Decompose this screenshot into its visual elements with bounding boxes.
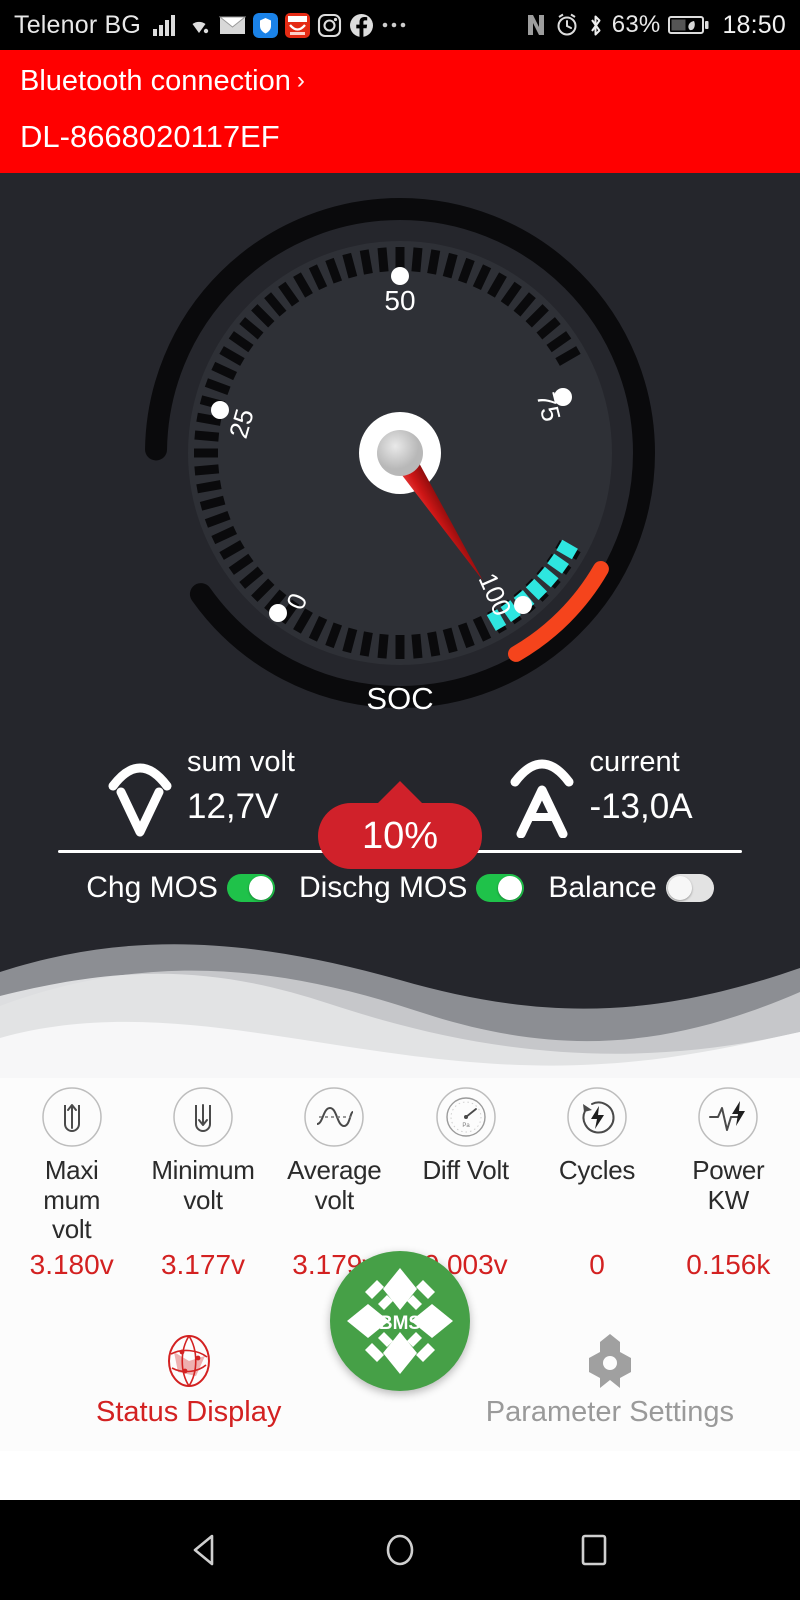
- stat-diff-volt[interactable]: Pa Diff Volt: [400, 1086, 531, 1245]
- svg-text:50: 50: [384, 285, 415, 316]
- dashboard-panel: 0 25 50 75 100 SOC: [0, 173, 800, 1078]
- toggle-label: Dischg MOS: [299, 871, 467, 905]
- instagram-icon: [317, 13, 342, 38]
- bms-logo-text: BMS: [379, 1313, 421, 1334]
- recents-button[interactable]: [572, 1528, 616, 1572]
- sine-wave-icon: [303, 1086, 365, 1148]
- facebook-icon: [349, 13, 374, 38]
- app-header: Bluetooth connection › DL-8668020117EF: [0, 50, 800, 173]
- stat-value-minimum-volt: 3.177v: [137, 1249, 268, 1281]
- stat-maximum-volt[interactable]: Maximumvolt: [6, 1086, 137, 1245]
- toggle-chg-mos[interactable]: Chg MOS: [86, 871, 275, 905]
- more-icon: [381, 20, 407, 30]
- nfc-icon: [525, 13, 547, 37]
- metric-label: sum volt: [187, 746, 295, 779]
- stats-icon-row: Maximumvolt Minimumvolt Averagevolt: [0, 1086, 800, 1245]
- carrier-label: Telenor BG: [14, 11, 141, 40]
- shield-icon: [253, 13, 278, 38]
- switch-knob: [668, 876, 692, 900]
- pressure-gauge-icon: Pa: [435, 1086, 497, 1148]
- status-display-icon: [158, 1330, 220, 1392]
- toggle-label: Chg MOS: [86, 871, 218, 905]
- stat-label: Maximumvolt: [43, 1156, 100, 1245]
- stat-average-volt[interactable]: Averagevolt: [269, 1086, 400, 1245]
- dischg-mos-switch[interactable]: [476, 874, 524, 902]
- toggle-dischg-mos[interactable]: Dischg MOS: [299, 871, 524, 905]
- alarm-icon: [555, 13, 579, 37]
- switch-knob: [249, 876, 273, 900]
- nav-label-parameter-settings: Parameter Settings: [486, 1396, 734, 1429]
- device-name-label: DL-8668020117EF: [20, 118, 780, 155]
- nav-status-display[interactable]: Status Display: [96, 1330, 281, 1429]
- bluetooth-connection-label: Bluetooth connection: [20, 60, 291, 102]
- soc-percent-value: 10%: [318, 803, 482, 869]
- ammeter-icon: [507, 746, 577, 838]
- bottom-navigation: Status Display BMS: [0, 1281, 800, 1451]
- settings-gear-icon: [579, 1330, 641, 1392]
- status-bar-system-icons: 63% 18:50: [525, 11, 786, 40]
- status-bar-notification-icons: [153, 13, 407, 38]
- wave-divider: [0, 928, 800, 1078]
- back-button[interactable]: [184, 1528, 228, 1572]
- wifi-icon: [186, 14, 212, 36]
- toggle-balance[interactable]: Balance: [548, 871, 713, 905]
- stat-cycles[interactable]: Cycles: [531, 1086, 662, 1245]
- stat-value-maximum-volt: 3.180v: [6, 1249, 137, 1281]
- nav-parameter-settings[interactable]: Parameter Settings: [486, 1330, 734, 1429]
- soc-label: SOC: [0, 681, 800, 717]
- u-up-arrow-icon: [41, 1086, 103, 1148]
- gauge-hub-cap: [377, 430, 423, 476]
- shopping-app-icon: [285, 13, 310, 38]
- toggle-label: Balance: [548, 871, 656, 905]
- stat-label: Minimumvolt: [151, 1156, 254, 1215]
- balance-switch[interactable]: [666, 874, 714, 902]
- stat-power-kw[interactable]: PowerKW: [663, 1086, 794, 1245]
- soc-badge: 10%: [318, 803, 482, 869]
- stat-value-power-kw: 0.156k: [663, 1249, 794, 1281]
- stats-panel: Maximumvolt Minimumvolt Averagevolt: [0, 1078, 800, 1451]
- battery-saver-icon: [668, 14, 710, 36]
- cycle-bolt-icon: [566, 1086, 628, 1148]
- u-down-arrow-icon: [172, 1086, 234, 1148]
- metric-value: -13,0A: [589, 784, 692, 830]
- bluetooth-icon: [587, 13, 604, 38]
- svg-text:Pa: Pa: [462, 1123, 470, 1129]
- android-navigation-bar: [0, 1500, 800, 1600]
- stat-label: Diff Volt: [422, 1156, 508, 1186]
- android-status-bar: Telenor BG: [0, 0, 800, 50]
- chg-mos-switch[interactable]: [227, 874, 275, 902]
- stat-minimum-volt[interactable]: Minimumvolt: [137, 1086, 268, 1245]
- clock-label: 18:50: [722, 11, 786, 40]
- home-button[interactable]: [378, 1528, 422, 1572]
- stat-label: PowerKW: [692, 1156, 764, 1215]
- signal-bars-icon: [153, 14, 179, 36]
- metric-value: 12,7V: [187, 784, 295, 830]
- mail-icon: [219, 15, 246, 36]
- battery-percent-label: 63%: [612, 11, 661, 39]
- soc-gauge-svg: 0 25 50 75 100: [120, 173, 680, 718]
- bms-logo-icon: BMS: [337, 1258, 463, 1384]
- pulse-bolt-icon: [697, 1086, 759, 1148]
- voltmeter-icon: [105, 746, 175, 838]
- stat-label: Averagevolt: [287, 1156, 381, 1215]
- stat-label: Cycles: [559, 1156, 635, 1186]
- metric-label: current: [589, 746, 692, 779]
- switch-knob: [498, 876, 522, 900]
- chevron-right-icon: ›: [297, 64, 305, 99]
- stat-value-cycles: 0: [531, 1249, 662, 1281]
- soc-gauge: 0 25 50 75 100 SOC: [0, 173, 800, 718]
- bluetooth-connection-button[interactable]: Bluetooth connection ›: [20, 60, 780, 102]
- nav-label-status-display: Status Display: [96, 1396, 281, 1429]
- bms-center-button[interactable]: BMS: [330, 1251, 470, 1391]
